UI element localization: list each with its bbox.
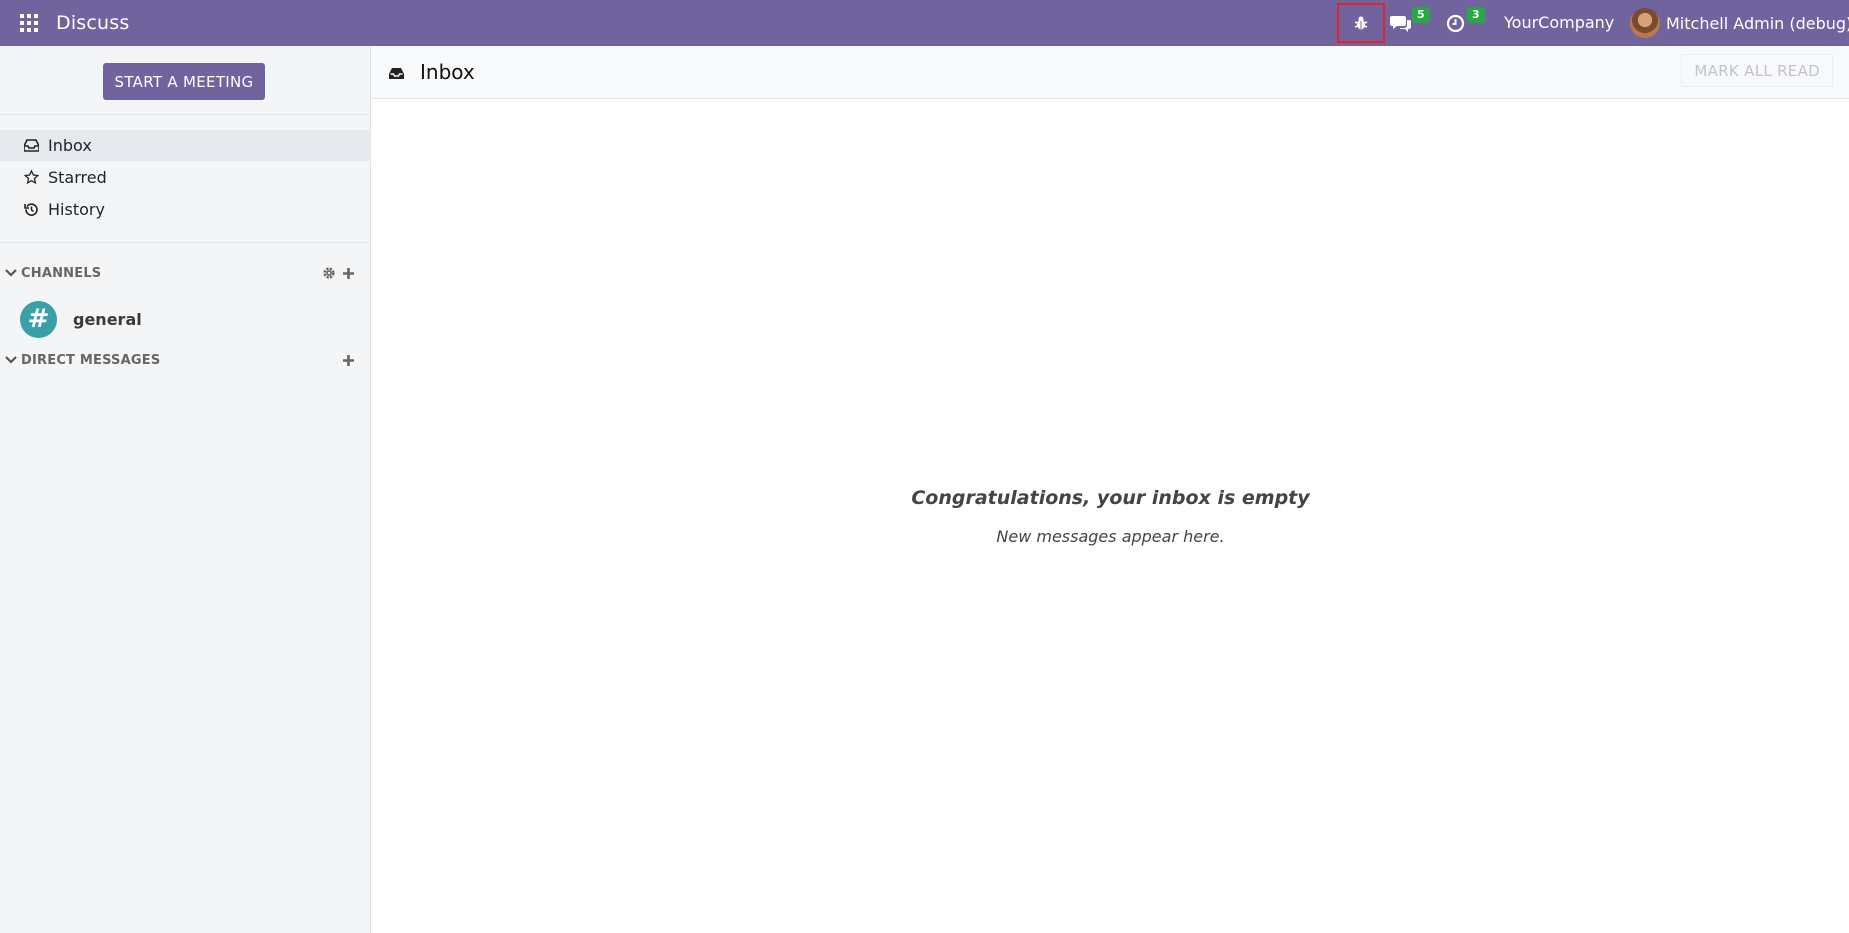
debug-button[interactable]	[1337, 3, 1385, 43]
messages-count-badge: 5	[1412, 7, 1430, 23]
user-name: Mitchell Admin (debug)	[1666, 13, 1849, 33]
activity-menu-button[interactable]: 3	[1446, 7, 1486, 38]
inbox-icon	[23, 139, 39, 152]
thread-header: Inbox MARK ALL READ	[372, 46, 1849, 99]
sidebar-item-label: History	[48, 200, 105, 219]
chat-icon	[1390, 16, 1411, 32]
sidebar-item-inbox[interactable]: Inbox	[0, 130, 371, 161]
sidebar-item-label: Starred	[48, 168, 107, 187]
channels-header: CHANNELS	[21, 265, 102, 281]
channel-name: general	[73, 309, 142, 329]
activities-count-badge: 3	[1467, 7, 1485, 23]
app-brand[interactable]: Discuss	[56, 12, 130, 34]
inbox-icon	[389, 65, 404, 84]
user-menu[interactable]: Mitchell Admin (debug)	[1630, 6, 1849, 40]
star-icon	[23, 170, 39, 185]
messaging-menu-button[interactable]: 5	[1390, 7, 1430, 38]
add-direct-message-icon[interactable]	[342, 354, 355, 367]
empty-inbox-title: Congratulations, your inbox is empty	[911, 487, 1310, 509]
sidebar-item-history[interactable]: History	[0, 194, 371, 225]
gear-icon[interactable]	[322, 266, 336, 280]
divider	[0, 242, 371, 243]
discuss-main: Inbox MARK ALL READ Congratulations, you…	[372, 46, 1849, 933]
app-menu-icon[interactable]	[20, 14, 38, 32]
start-meeting-button[interactable]: START A MEETING	[103, 63, 265, 100]
company-switcher[interactable]: YourCompany	[1504, 13, 1614, 32]
discuss-sidebar: START A MEETING Inbox Starred History CH…	[0, 46, 371, 933]
thread-title: Inbox	[420, 60, 475, 84]
top-navbar: Discuss 5 3 YourCompany Mitchell Admin (…	[0, 0, 1849, 46]
bug-icon	[1354, 16, 1368, 30]
empty-inbox-subtitle: New messages appear here.	[996, 527, 1225, 546]
clock-icon	[1446, 14, 1465, 33]
channel-avatar: #	[20, 300, 57, 338]
add-channel-icon[interactable]	[342, 267, 355, 280]
divider	[0, 114, 371, 115]
direct-messages-category[interactable]: DIRECT MESSAGES	[0, 346, 371, 374]
sidebar-item-label: Inbox	[48, 136, 92, 155]
direct-messages-header: DIRECT MESSAGES	[21, 352, 161, 368]
user-avatar	[1630, 8, 1660, 38]
history-icon	[23, 202, 39, 217]
sidebar-item-starred[interactable]: Starred	[0, 162, 371, 193]
mark-all-read-button[interactable]: MARK ALL READ	[1681, 54, 1833, 87]
channel-item-general[interactable]: # general	[0, 296, 371, 342]
chevron-down-icon	[5, 356, 17, 364]
channels-category[interactable]: CHANNELS	[0, 259, 371, 287]
chevron-down-icon	[5, 269, 17, 277]
